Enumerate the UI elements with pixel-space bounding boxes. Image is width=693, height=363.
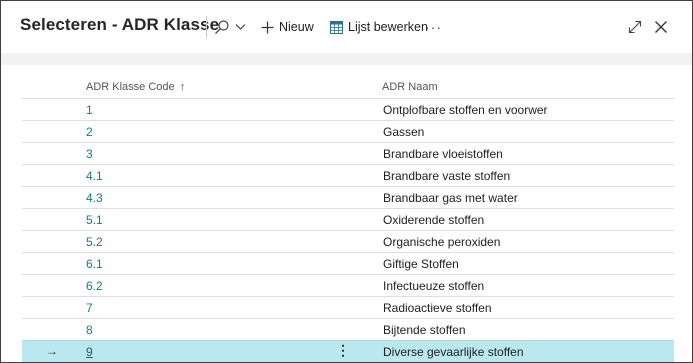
row-code[interactable]: 8: [86, 323, 93, 337]
row-name: Ontplofbare stoffen en voorwer: [383, 103, 548, 117]
row-code[interactable]: 6.2: [86, 279, 103, 293]
row-code[interactable]: 2: [86, 125, 93, 139]
edit-list-label: Lijst bewerken: [348, 20, 428, 34]
dialog-header: Selecteren - ADR Klasse Nieuw Lijst bewe…: [1, 1, 692, 53]
new-button-label: Nieuw: [279, 20, 314, 34]
column-header-code-label: ADR Klasse Code: [86, 81, 175, 93]
table-row[interactable]: 4.1 Brandbare vaste stoffen: [22, 164, 674, 186]
sort-ascending-icon: ↑: [179, 81, 186, 93]
adr-class-list: ADR Klasse Code ↑ ADR Naam 1 Ontplofbare…: [22, 65, 674, 362]
table-row[interactable]: 3 Brandbare vloeistoffen: [22, 142, 674, 164]
column-header-name[interactable]: ADR Naam: [382, 81, 438, 93]
column-header-row: ADR Klasse Code ↑ ADR Naam: [22, 65, 674, 98]
row-code[interactable]: 5.2: [86, 235, 103, 249]
new-button[interactable]: Nieuw: [261, 15, 314, 39]
row-name: Brandbare vaste stoffen: [383, 169, 511, 183]
column-header-code[interactable]: ADR Klasse Code ↑: [86, 81, 185, 93]
plus-icon: [261, 21, 274, 34]
chevron-down-icon: [235, 23, 246, 31]
row-code[interactable]: 3: [86, 147, 93, 161]
table-row[interactable]: 8 Bijtende stoffen: [22, 318, 674, 340]
edit-list-icon: [330, 20, 343, 34]
close-button[interactable]: [654, 15, 668, 39]
expand-icon: [628, 20, 642, 34]
table-row[interactable]: 7 Radioactieve stoffen: [22, 296, 674, 318]
row-code[interactable]: 4.1: [86, 169, 103, 183]
table-row[interactable]: 6.2 Infectueuze stoffen: [22, 274, 674, 296]
search-icon: [214, 19, 230, 35]
row-name: Bijtende stoffen: [383, 323, 466, 337]
row-name: Oxiderende stoffen: [383, 213, 485, 227]
edit-list-button[interactable]: Lijst bewerken: [330, 15, 428, 39]
row-name: Brandbaar gas met water: [383, 191, 518, 205]
table-row[interactable]: 4.3 Brandbaar gas met water: [22, 186, 674, 208]
lookup-dialog: Selecteren - ADR Klasse Nieuw Lijst bewe…: [0, 0, 693, 363]
row-name: Brandbare vloeistoffen: [383, 147, 503, 161]
content-separator: [1, 53, 692, 65]
row-name: Organische peroxiden: [383, 235, 501, 249]
row-code[interactable]: 9: [86, 345, 93, 359]
row-code[interactable]: 6.1: [86, 257, 103, 271]
row-name: Radioactieve stoffen: [383, 301, 492, 315]
expand-button[interactable]: [628, 15, 642, 39]
table-row[interactable]: 5.1 Oxiderende stoffen: [22, 208, 674, 230]
current-row-arrow-icon: →: [46, 344, 58, 358]
page-title: Selecteren - ADR Klasse: [20, 15, 220, 34]
table-row-selected[interactable]: → 9 ⋮ Diverse gevaarlijke stoffen: [22, 340, 674, 362]
row-actions-icon[interactable]: ⋮: [336, 343, 350, 357]
row-code[interactable]: 7: [86, 301, 93, 315]
toolbar-divider: [206, 16, 207, 38]
row-name: Diverse gevaarlijke stoffen: [383, 345, 524, 359]
table-row[interactable]: 6.1 Giftige Stoffen: [22, 252, 674, 274]
row-code[interactable]: 1: [86, 103, 93, 117]
row-name: Gassen: [383, 125, 425, 139]
row-code[interactable]: 4.3: [86, 191, 103, 205]
row-code[interactable]: 5.1: [86, 213, 103, 227]
row-name: Infectueuze stoffen: [383, 279, 485, 293]
row-name: Giftige Stoffen: [383, 257, 459, 271]
close-icon: [654, 20, 668, 34]
table-row[interactable]: 2 Gassen: [22, 120, 674, 142]
table-row[interactable]: 1 Ontplofbare stoffen en voorwer: [22, 98, 674, 120]
search-button[interactable]: [214, 15, 246, 39]
more-options-button[interactable]: ···: [425, 15, 442, 39]
table-row[interactable]: 5.2 Organische peroxiden: [22, 230, 674, 252]
